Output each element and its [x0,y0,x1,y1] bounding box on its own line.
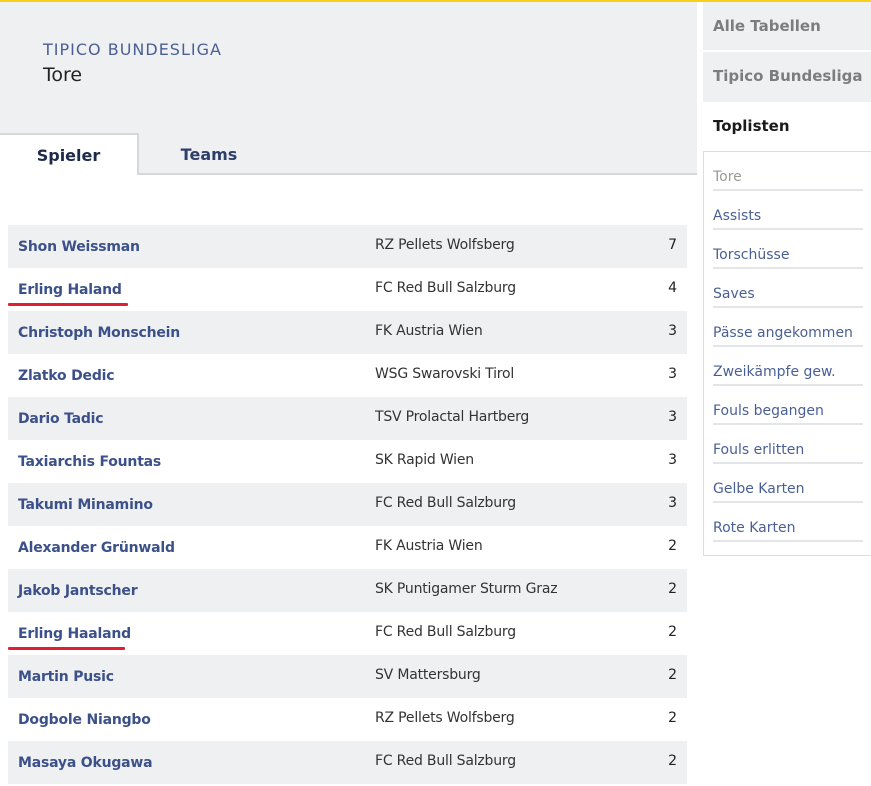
sidebar-toplist-item[interactable]: Assists [713,191,863,230]
table-row: Erling Haland FC Red Bull Salzburg 4 [8,268,687,311]
table-row: Zlatko Dedic WSG Swarovski Tirol 3 [8,354,687,397]
team-name: SV Mattersburg [375,667,481,683]
table-row: Shon Weissman RZ Pellets Wolfsberg 7 [8,225,687,268]
sidebar-toplist-item[interactable]: Gelbe Karten [713,464,863,503]
player-name-link[interactable]: Takumi Minamino [18,483,153,526]
tab-bar: Spieler Teams [0,133,697,175]
team-name: FC Red Bull Salzburg [375,280,516,296]
team-name: TSV Prolactal Hartberg [375,409,530,425]
player-name-link[interactable]: Jakob Jantscher [18,569,138,612]
sidebar-toplist-item-label: Tore [713,169,742,185]
goal-count: 3 [668,409,677,425]
sidebar: Alle Tabellen Tipico Bundesliga Topliste… [703,2,871,556]
sidebar-league[interactable]: Tipico Bundesliga [703,52,871,102]
sidebar-all-tables[interactable]: Alle Tabellen [703,2,871,50]
sidebar-toplists: Toplisten [703,102,871,152]
table-row: Martin Pusic SV Mattersburg 2 [8,655,687,698]
goal-count: 2 [668,581,677,597]
player-name-link[interactable]: Dario Tadic [18,397,104,440]
sidebar-toplist-item-label: Assists [713,208,762,224]
top-scorers-table: Shon Weissman RZ Pellets Wolfsberg 7 Erling… [8,225,687,784]
team-name: FK Austria Wien [375,323,483,339]
team-name: SK Puntigamer Sturm Graz [375,581,558,597]
highlight-underline [8,647,125,650]
tab-teams[interactable]: Teams [139,133,279,175]
goal-count: 2 [668,710,677,726]
sidebar-toplist-item-label: Fouls erlitten [713,442,805,458]
sidebar-toplist-menu: Tore Assists Torschüsse Saves Pässe angekomm… [703,152,871,556]
sidebar-league-label: Tipico Bundesliga [713,67,863,85]
table-row: Erling Haaland FC Red Bull Salzburg 2 [8,612,687,655]
goal-count: 3 [668,452,677,468]
team-name: RZ Pellets Wolfsberg [375,710,515,726]
sidebar-toplist-item-label: Rote Karten [713,520,796,536]
sidebar-toplist-item-label: Fouls begangen [713,403,824,419]
page-title: Tore [43,64,83,86]
team-name: FK Austria Wien [375,538,483,554]
sidebar-toplist-item[interactable]: Rote Karten [713,503,863,542]
player-name-link[interactable]: Shon Weissman [18,225,140,268]
sidebar-toplist-item[interactable]: Fouls begangen [713,386,863,425]
goal-count: 3 [668,323,677,339]
sidebar-toplist-item[interactable]: Torschüsse [713,230,863,269]
player-name-link[interactable]: Taxiarchis Fountas [18,440,161,483]
table-row: Jakob Jantscher SK Puntigamer Sturm Graz 2 [8,569,687,612]
player-name-link[interactable]: Christoph Monschein [18,311,180,354]
sidebar-toplist-item[interactable]: Zweikämpfe gew. [713,347,863,386]
table-row: Alexander Grünwald FK Austria Wien 2 [8,526,687,569]
highlight-underline [8,303,128,306]
goal-count: 7 [668,237,677,253]
sidebar-toplists-label: Toplisten [713,117,790,135]
table-row: Taxiarchis Fountas SK Rapid Wien 3 [8,440,687,483]
player-name-link[interactable]: Alexander Grünwald [18,526,175,569]
table-row: Dogbole Niangbo RZ Pellets Wolfsberg 2 [8,698,687,741]
league-label: TIPICO BUNDESLIGA [43,40,222,59]
sidebar-toplist-item-label: Pässe angekommen [713,325,853,341]
team-name: FC Red Bull Salzburg [375,495,516,511]
player-name-link[interactable]: Dogbole Niangbo [18,698,151,741]
sidebar-toplist-item[interactable]: Tore [713,152,863,191]
sidebar-toplist-item[interactable]: Pässe angekommen [713,308,863,347]
sidebar-toplist-item[interactable]: Fouls erlitten [713,425,863,464]
table-row: Christoph Monschein FK Austria Wien 3 [8,311,687,354]
team-name: SK Rapid Wien [375,452,474,468]
sidebar-toplist-item[interactable]: Saves [713,269,863,308]
goal-count: 2 [668,624,677,640]
sidebar-all-tables-label: Alle Tabellen [713,17,821,35]
tab-players[interactable]: Spieler [0,133,139,175]
team-name: WSG Swarovski Tirol [375,366,515,382]
player-name-link[interactable]: Martin Pusic [18,655,114,698]
goal-count: 3 [668,366,677,382]
sidebar-toplist-item-label: Zweikämpfe gew. [713,364,836,380]
goal-count: 2 [668,667,677,683]
player-name-link[interactable]: Zlatko Dedic [18,354,115,397]
goal-count: 4 [668,280,677,296]
goal-count: 2 [668,538,677,554]
sidebar-toplist-item-label: Saves [713,286,755,302]
sidebar-toplist-item-label: Torschüsse [713,247,790,263]
sidebar-toplist-item-label: Gelbe Karten [713,481,805,497]
team-name: FC Red Bull Salzburg [375,624,516,640]
goal-count: 3 [668,495,677,511]
team-name: RZ Pellets Wolfsberg [375,237,515,253]
table-row: Takumi Minamino FC Red Bull Salzburg 3 [8,483,687,526]
table-row: Dario Tadic TSV Prolactal Hartberg 3 [8,397,687,440]
page-header: TIPICO BUNDESLIGA Tore [0,2,697,135]
